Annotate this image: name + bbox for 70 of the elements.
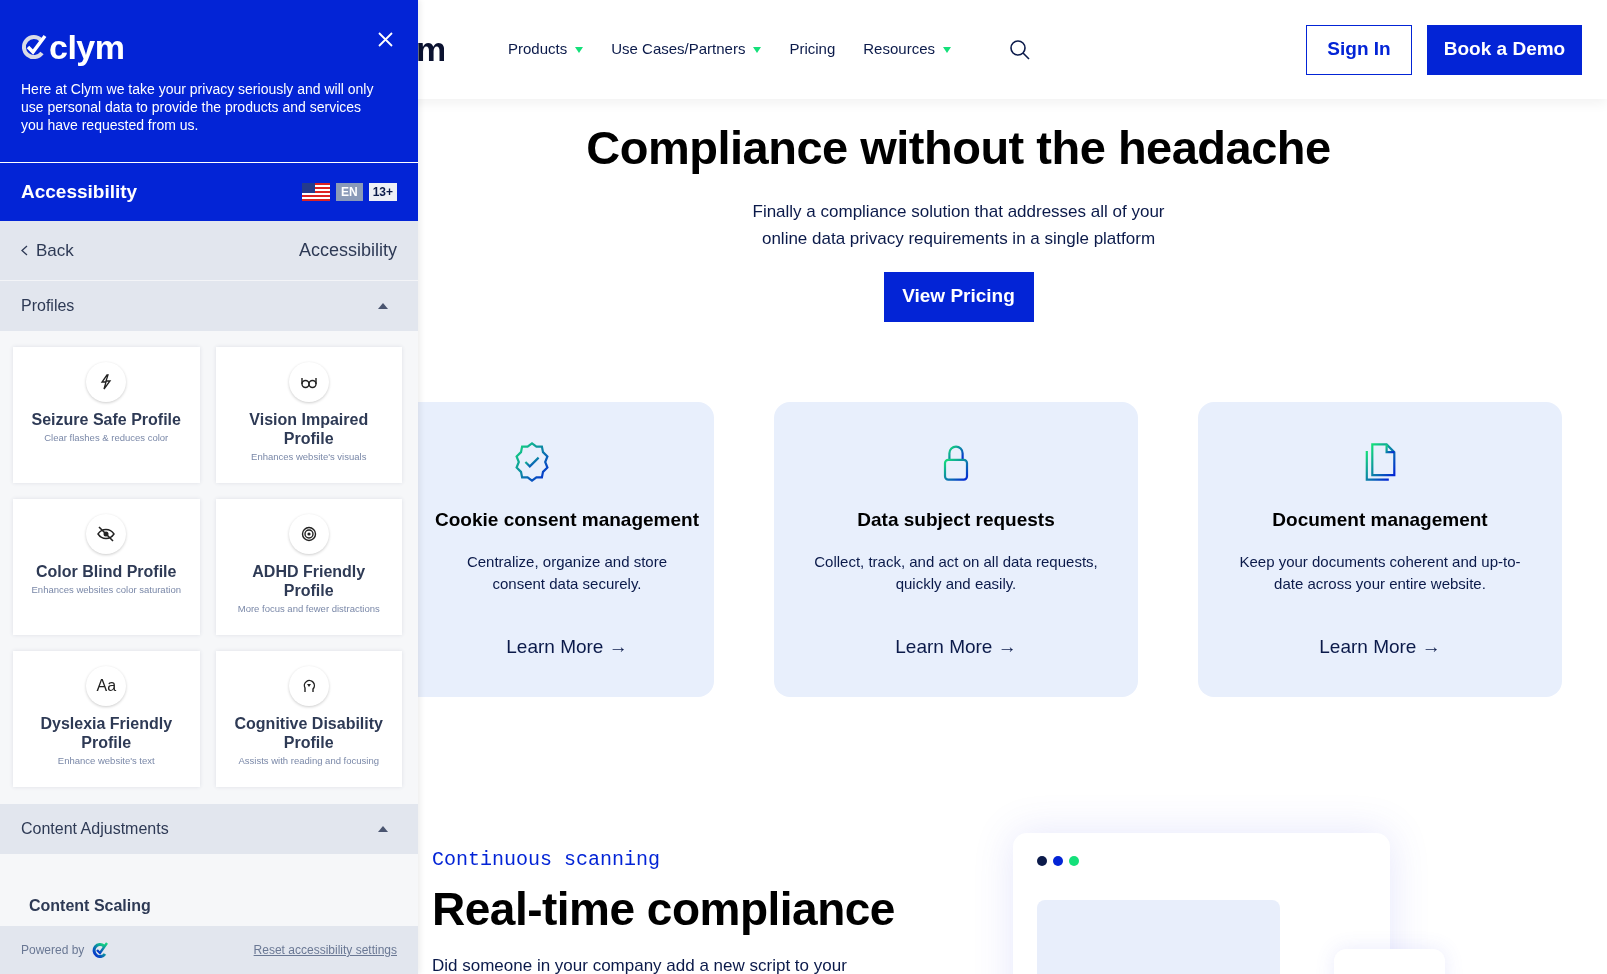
profile-card[interactable]: ADHD Friendly Profile More focus and fewer distractions	[215, 499, 402, 635]
learn-more-link[interactable]: Learn More →	[895, 633, 1017, 662]
hero-subtitle: Finally a compliance solution that addresses all of your online data privacy requirements in a single platform	[752, 200, 1165, 250]
profile-title: Cognitive Disability Profile	[233, 714, 384, 752]
caret-icon	[753, 46, 762, 53]
page-title: Accessibility	[298, 239, 397, 262]
target-icon	[288, 514, 329, 554]
profile-card[interactable]: Color Blind Profile Enhances websites color saturation	[13, 499, 200, 635]
logo-check-icon	[21, 34, 47, 60]
nav-link[interactable]: Pricing	[789, 38, 836, 61]
reset-settings-link[interactable]: Reset accessibility settings	[253, 941, 397, 959]
search-icon[interactable]	[1009, 38, 1031, 61]
profile-description: Enhance website's text	[57, 755, 155, 766]
card-title: Cookie consent management	[435, 507, 699, 532]
bar-title: Accessibility	[21, 179, 138, 204]
profile-description: Assists with reading and focusing	[238, 755, 379, 766]
learn-more-link[interactable]: Learn More →	[1319, 633, 1441, 662]
card-title: Data subject requests	[857, 507, 1055, 532]
clym-logo-icon	[92, 942, 109, 958]
caret-icon	[575, 46, 584, 53]
caret-icon	[378, 826, 388, 832]
section-eyebrow: Continuous scanning	[432, 846, 662, 873]
powered-by-label: Powered by	[21, 942, 85, 959]
sign-in-button[interactable]: Sign In	[1306, 24, 1412, 75]
profile-title: Dyslexia Friendly Profile	[39, 714, 174, 752]
nav-link[interactable]: Resources	[863, 38, 951, 61]
flag-icon[interactable]	[301, 183, 330, 201]
lightning-icon	[86, 362, 127, 402]
profile-description: Enhances websites color saturation	[31, 584, 181, 595]
section-title: Profiles	[21, 296, 75, 316]
profile-title: Color Blind Profile	[36, 562, 177, 581]
book-demo-button[interactable]: Book a Demo	[1427, 24, 1582, 75]
view-pricing-button[interactable]: View Pricing	[883, 271, 1034, 322]
content-scaling-label: Content Scaling	[29, 897, 151, 914]
card-description: Collect, track, and act on all data requests, quickly and easily.	[814, 552, 1098, 594]
chevron-left-icon	[21, 245, 28, 256]
privacy-intro: Here at Clym we take your privacy seriously and will only use personal data to provide the products and services you have requested from us.	[21, 80, 375, 134]
profile-description: Clear flashes & reduces color	[44, 432, 169, 443]
card-description: Keep your documents coherent and up-to- date across your entire website.	[1239, 552, 1521, 594]
caret-icon	[943, 46, 951, 53]
profile-title: Seizure Safe Profile	[31, 410, 181, 429]
eye-slash-icon	[86, 514, 127, 554]
profile-card[interactable]: Cognitive Disability Profile Assists with reading and focusing	[215, 651, 402, 787]
close-icon[interactable]	[378, 32, 393, 47]
section-body: Did someone in your company add a new script to your	[432, 954, 847, 974]
nav-link[interactable]: Use Cases/Partners	[611, 38, 762, 61]
head-icon	[288, 666, 329, 706]
section-header[interactable]: Profiles	[0, 281, 418, 331]
caret-icon	[378, 303, 388, 309]
nav-link[interactable]: Products	[508, 38, 584, 61]
profile-card[interactable]: Seizure Safe Profile Clear flashes & reduces color	[13, 347, 200, 483]
site-logo[interactable]: m	[416, 24, 444, 75]
card-title: Document management	[1272, 507, 1488, 532]
hero-title: Compliance without the headache	[586, 120, 1331, 176]
age-badge[interactable]: 13+	[368, 183, 397, 201]
section-title: Content Adjustments	[21, 819, 169, 839]
glasses-icon	[288, 362, 329, 402]
learn-more-link[interactable]: Learn More →	[506, 633, 628, 662]
section-header[interactable]: Content Adjustments	[0, 804, 418, 854]
section-title: Real-time compliance	[432, 881, 895, 937]
profile-title: Vision Impaired Profile	[248, 410, 370, 448]
text-icon: Aa	[86, 666, 127, 706]
profile-card[interactable]: Vision Impaired Profile Enhances website's visuals	[215, 347, 402, 483]
profile-description: Enhances website's visuals	[251, 451, 367, 462]
card-description: Centralize, organize and store consent data securely.	[466, 552, 668, 594]
profile-title: ADHD Friendly Profile	[251, 562, 367, 600]
panel-logo: clym	[49, 30, 125, 64]
profile-card[interactable]: Aa Dyslexia Friendly Profile Enhance website's text	[13, 651, 200, 787]
back-button[interactable]: Back	[21, 237, 74, 264]
profile-description: More focus and fewer distractions	[237, 603, 380, 614]
